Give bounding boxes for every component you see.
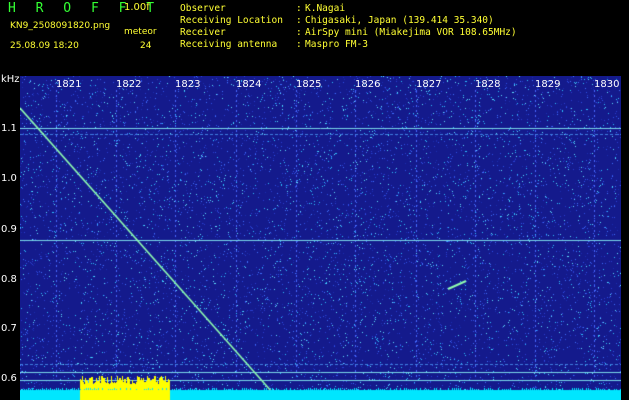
observer-value: K.Nagai bbox=[305, 3, 346, 14]
x-tick-label: 1828 bbox=[475, 79, 501, 90]
info-separator: : bbox=[296, 27, 302, 38]
y-tick-label: 1.1 bbox=[1, 123, 17, 134]
app-version: 1.00f bbox=[124, 2, 150, 13]
info-separator: : bbox=[296, 39, 302, 50]
capture-timestamp: 25.08.09 18:20 bbox=[10, 41, 79, 51]
x-tick-label: 1822 bbox=[116, 79, 142, 90]
antenna-value: Maspro FM-3 bbox=[305, 39, 368, 50]
y-tick-label: 1.0 bbox=[1, 173, 17, 184]
x-tick-label: 1823 bbox=[175, 79, 201, 90]
info-separator: : bbox=[296, 15, 302, 26]
receiver-value: AirSpy mini (Miakejima VOR 108.65MHz) bbox=[305, 27, 517, 38]
x-tick-label: 1826 bbox=[355, 79, 381, 90]
x-tick-label: 1829 bbox=[535, 79, 561, 90]
meteor-count-label: meteor bbox=[124, 27, 157, 37]
antenna-label: Receiving antenna bbox=[180, 39, 278, 50]
receiver-label: Receiver bbox=[180, 27, 226, 38]
y-tick-label: 0.7 bbox=[1, 323, 17, 334]
location-value: Chigasaki, Japan (139.414 35.340) bbox=[305, 15, 494, 26]
y-tick-label: 0.8 bbox=[1, 274, 17, 285]
x-tick-label: 1825 bbox=[296, 79, 322, 90]
y-tick-label: 0.6 bbox=[1, 373, 17, 384]
y-axis-unit: kHz bbox=[1, 74, 20, 85]
location-label: Receiving Location bbox=[180, 15, 283, 26]
meteor-count-value: 24 bbox=[140, 41, 152, 51]
x-tick-label: 1827 bbox=[416, 79, 442, 90]
observer-label: Observer bbox=[180, 3, 226, 14]
spectrogram-waterfall bbox=[20, 76, 621, 400]
x-tick-label: 1821 bbox=[56, 79, 82, 90]
info-separator: : bbox=[296, 3, 302, 14]
file-name: KN9_2508091820.png bbox=[10, 21, 111, 31]
x-tick-label: 1824 bbox=[236, 79, 262, 90]
x-tick-label: 1830 bbox=[594, 79, 620, 90]
hrofft-screen: H R O F F T 1.00f KN9_2508091820.png 25.… bbox=[0, 0, 629, 400]
y-tick-label: 0.9 bbox=[1, 224, 17, 235]
